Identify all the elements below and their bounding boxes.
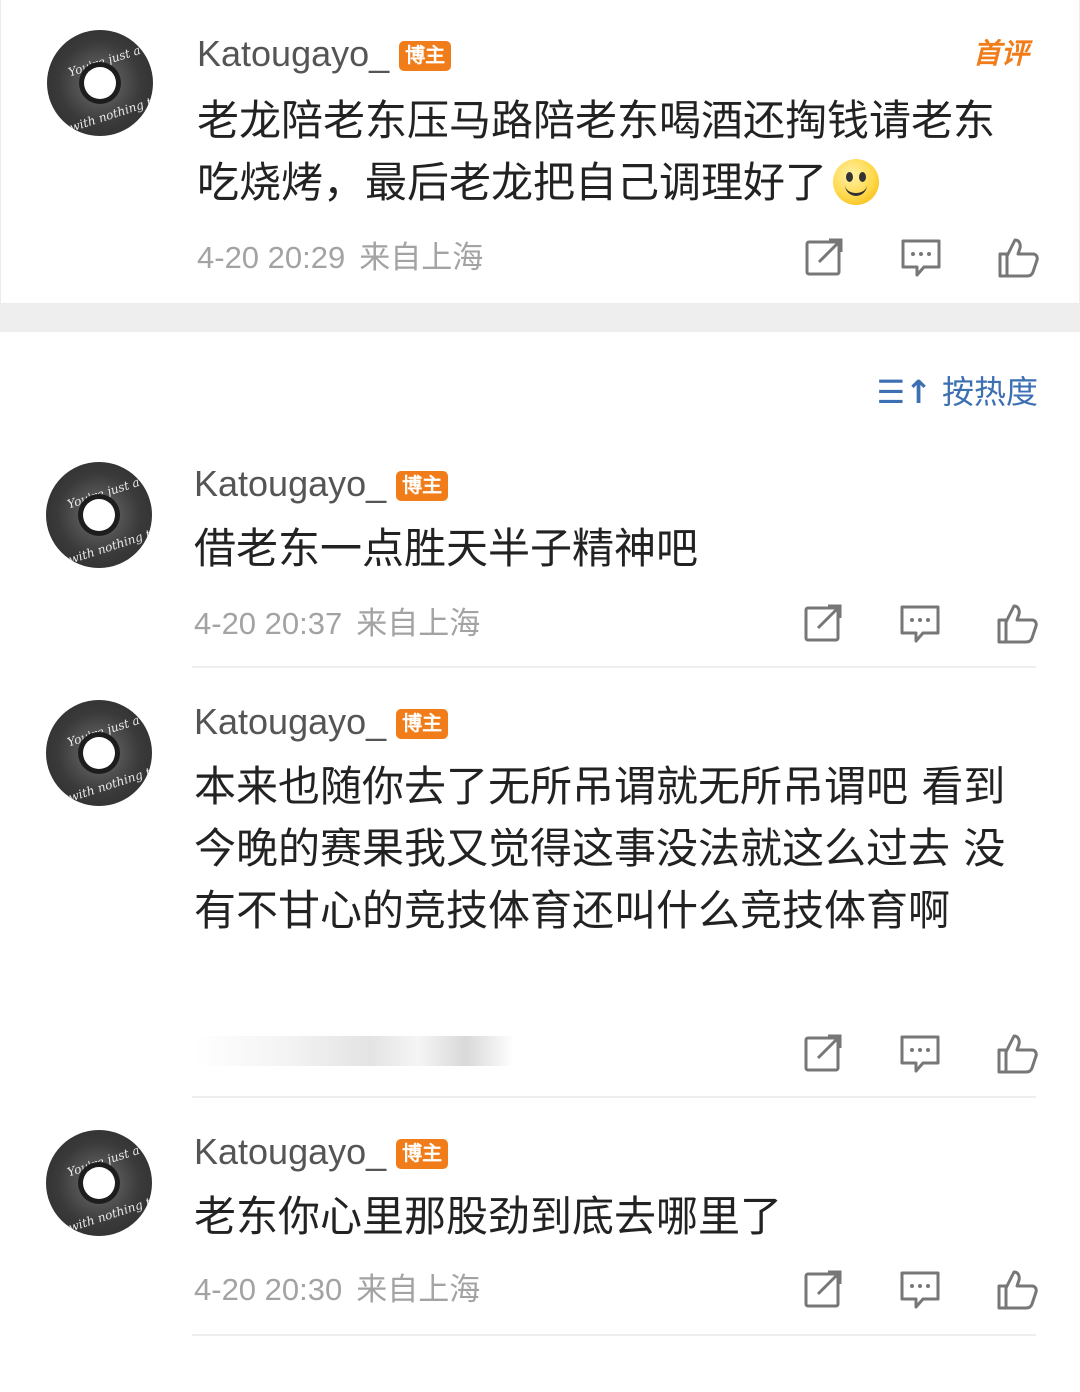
comment-text: 老龙陪老东压马路陪老东喝酒还掏钱请老东吃烧烤，最后老龙把自己调理好了 bbox=[197, 90, 1027, 214]
username-text[interactable]: Katougayo_ bbox=[194, 463, 386, 504]
comment-location: 来自上海 bbox=[356, 606, 481, 641]
comment-actions bbox=[800, 1030, 1040, 1080]
avatar[interactable]: You're just a SAD SONG with nothing to s… bbox=[46, 462, 152, 568]
comment-divider bbox=[192, 666, 1036, 668]
comment-icon[interactable] bbox=[898, 234, 944, 280]
like-icon[interactable] bbox=[994, 1266, 1040, 1312]
comment-location: 来自上海 bbox=[356, 1272, 481, 1307]
comment-actions bbox=[801, 234, 1041, 284]
username[interactable]: Katougayo_ 博主 bbox=[194, 701, 449, 742]
sort-label: 按热度 bbox=[941, 373, 1038, 411]
share-icon[interactable] bbox=[800, 1030, 846, 1076]
avatar-disc-hole bbox=[83, 1167, 115, 1199]
username-text[interactable]: Katougayo_ bbox=[194, 701, 386, 742]
comment-actions bbox=[800, 1266, 1040, 1316]
like-icon[interactable] bbox=[995, 234, 1041, 280]
username[interactable]: Katougayo_ 博主 bbox=[197, 33, 452, 74]
author-badge: 博主 bbox=[396, 709, 449, 739]
comment-meta: 4-20 20:30 来自上海 bbox=[194, 1270, 480, 1310]
comment-divider bbox=[192, 1096, 1036, 1098]
comment-text: 借老东一点胜天半子精神吧 bbox=[194, 524, 699, 573]
sort-by-hot-button[interactable]: ☰↑ 按热度 bbox=[876, 372, 1038, 412]
comment-meta: 4-20 20:37 来自上海 bbox=[194, 604, 480, 644]
avatar[interactable]: You're just a SAD SONG with nothing to s… bbox=[47, 30, 153, 136]
comment-date: 4-20 20:30 bbox=[194, 1272, 343, 1307]
comment-date: 4-20 20:29 bbox=[197, 240, 346, 275]
like-icon[interactable] bbox=[994, 1030, 1040, 1076]
comment-date: 4-20 20:37 bbox=[194, 606, 343, 641]
avatar-disc-hole bbox=[84, 67, 116, 99]
share-icon[interactable] bbox=[800, 600, 846, 646]
comment-text: 老东你心里那股劲到底去哪里了 bbox=[194, 1192, 783, 1241]
comment-divider bbox=[192, 1334, 1036, 1336]
avatar-disc-hole bbox=[83, 499, 115, 531]
comment-icon[interactable] bbox=[897, 1266, 943, 1312]
sort-icon: ☰↑ bbox=[876, 373, 932, 411]
smile-emoji-icon bbox=[833, 159, 880, 205]
author-badge: 博主 bbox=[396, 1139, 449, 1169]
comment-icon[interactable] bbox=[897, 1030, 943, 1076]
share-icon[interactable] bbox=[801, 234, 847, 280]
comment-text: 本来也随你去了无所吊谓就无所吊谓吧 看到今晚的赛果我又觉得这事没法就这么过去 没… bbox=[194, 762, 1006, 935]
username-text[interactable]: Katougayo_ bbox=[197, 33, 389, 74]
avatar[interactable]: You're just a SAD SONG with nothing to s… bbox=[46, 1130, 152, 1236]
username[interactable]: Katougayo_ 博主 bbox=[194, 463, 449, 504]
username-text[interactable]: Katougayo_ bbox=[194, 1131, 386, 1172]
share-icon[interactable] bbox=[800, 1266, 846, 1312]
blurred-meta bbox=[194, 1036, 514, 1066]
comment-location: 来自上海 bbox=[359, 240, 484, 275]
author-badge: 博主 bbox=[399, 41, 452, 71]
avatar-disc-hole bbox=[83, 737, 115, 769]
first-comment-panel: 首评 You're just a SAD SONG with nothing t… bbox=[0, 0, 1080, 304]
section-separator bbox=[0, 304, 1080, 332]
comment-actions bbox=[800, 600, 1040, 650]
avatar[interactable]: You're just a SAD SONG with nothing to s… bbox=[46, 700, 152, 806]
username[interactable]: Katougayo_ 博主 bbox=[194, 1131, 449, 1172]
first-comment-tag: 首评 bbox=[972, 37, 1029, 70]
author-badge: 博主 bbox=[396, 471, 449, 501]
comment-icon[interactable] bbox=[897, 600, 943, 646]
like-icon[interactable] bbox=[994, 600, 1040, 646]
comment-meta: 4-20 20:29 来自上海 bbox=[197, 238, 483, 278]
